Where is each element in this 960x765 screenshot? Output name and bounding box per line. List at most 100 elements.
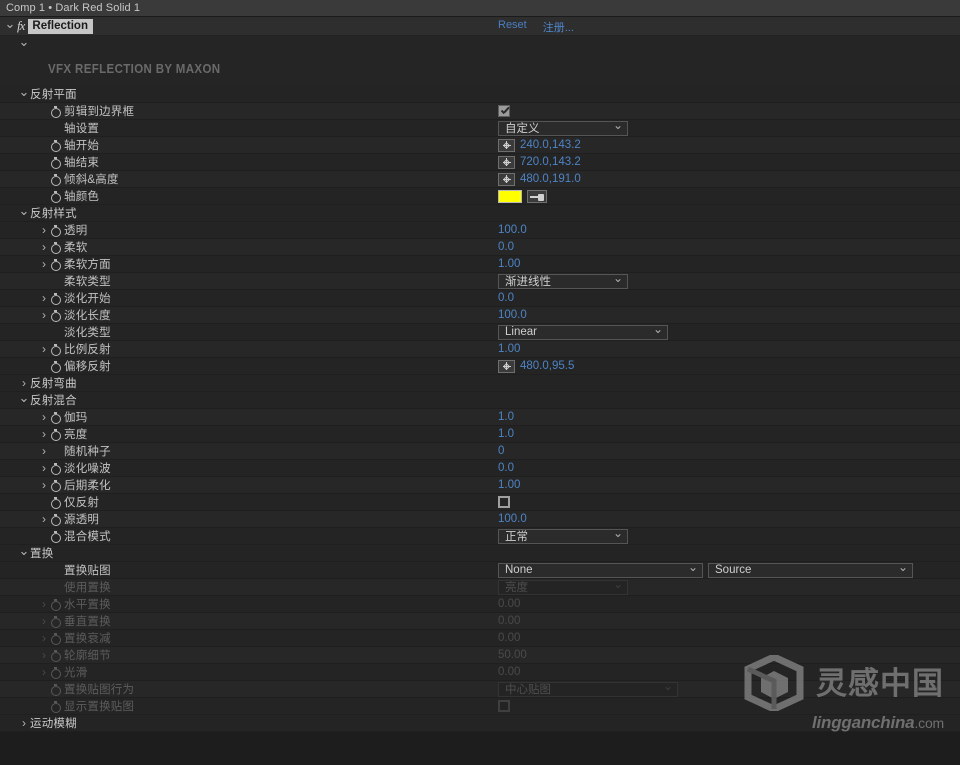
stopwatch-icon[interactable]	[50, 258, 61, 271]
section-header-5[interactable]: 运动模糊	[0, 715, 960, 732]
section-header-0[interactable]: 反射平面	[0, 86, 960, 103]
stopwatch-icon[interactable]	[50, 173, 61, 186]
param-value-number[interactable]: 0.0	[498, 292, 514, 304]
twirl-closed-icon[interactable]	[38, 615, 50, 627]
param-dropdown[interactable]: None	[498, 562, 703, 578]
point-picker-icon[interactable]	[498, 359, 515, 373]
stopwatch-icon[interactable]	[50, 598, 61, 611]
param-value-number[interactable]: 0.00	[498, 615, 520, 627]
effect-sub-twirl-row[interactable]	[0, 36, 960, 52]
effect-twirl-icon[interactable]	[4, 20, 16, 33]
param-dropdown[interactable]: 正常	[498, 528, 628, 544]
stopwatch-icon[interactable]	[50, 513, 61, 526]
stopwatch-icon[interactable]	[50, 139, 61, 152]
param-value-point[interactable]: 480.0,191.0	[520, 173, 581, 185]
stopwatch-icon[interactable]	[50, 428, 61, 441]
twirl-open-icon[interactable]	[18, 88, 30, 101]
twirl-closed-icon[interactable]	[18, 717, 30, 729]
param-value-number[interactable]: 0.00	[498, 598, 520, 610]
register-link[interactable]: 注册...	[543, 19, 574, 35]
reset-link[interactable]: Reset	[498, 19, 527, 35]
twirl-closed-icon[interactable]	[38, 598, 50, 610]
param-value-number[interactable]: 0.00	[498, 666, 520, 678]
twirl-closed-icon[interactable]	[38, 513, 50, 525]
stopwatch-icon[interactable]	[50, 411, 61, 424]
stopwatch-icon[interactable]	[50, 224, 61, 237]
twirl-closed-icon[interactable]	[38, 309, 50, 321]
stopwatch-icon[interactable]	[50, 496, 61, 509]
param-dropdown-secondary[interactable]: Source	[708, 562, 913, 578]
param-dropdown[interactable]: 自定义	[498, 120, 628, 136]
twirl-closed-icon[interactable]	[38, 343, 50, 355]
stopwatch-icon[interactable]	[50, 105, 61, 118]
param-dropdown[interactable]: Linear	[498, 324, 668, 340]
stopwatch-icon[interactable]	[50, 649, 61, 662]
param-value-number[interactable]: 0.0	[498, 241, 514, 253]
param-value-number[interactable]: 0.0	[498, 462, 514, 474]
param-value-number[interactable]: 100.0	[498, 224, 527, 236]
twirl-open-icon[interactable]	[18, 394, 30, 407]
param-value-number[interactable]: 1.0	[498, 428, 514, 440]
param-value-number[interactable]: 0.00	[498, 632, 520, 644]
param-value-number[interactable]: 0	[498, 445, 504, 457]
twirl-closed-icon[interactable]	[38, 224, 50, 236]
effect-sub-twirl-icon[interactable]	[18, 38, 30, 51]
section-header-1[interactable]: 反射样式	[0, 205, 960, 222]
param-checkbox[interactable]	[498, 105, 510, 117]
stopwatch-icon[interactable]	[50, 479, 61, 492]
stopwatch-icon[interactable]	[50, 360, 61, 373]
param-dropdown[interactable]: 渐进线性	[498, 273, 628, 289]
stopwatch-icon[interactable]	[50, 700, 61, 713]
twirl-open-icon[interactable]	[18, 207, 30, 220]
param-value-number[interactable]: 1.00	[498, 258, 520, 270]
stopwatch-icon[interactable]	[50, 632, 61, 645]
twirl-closed-icon[interactable]	[38, 258, 50, 270]
stopwatch-icon[interactable]	[50, 615, 61, 628]
twirl-closed-icon[interactable]	[38, 428, 50, 440]
section-header-4[interactable]: 置换	[0, 545, 960, 562]
twirl-closed-icon[interactable]	[38, 445, 50, 457]
stopwatch-icon[interactable]	[50, 190, 61, 203]
param-value-number[interactable]: 100.0	[498, 309, 527, 321]
param-checkbox[interactable]	[498, 496, 510, 508]
param-value-point[interactable]: 240.0,143.2	[520, 139, 581, 151]
twirl-open-icon[interactable]	[18, 547, 30, 560]
param-value-number[interactable]: 100.0	[498, 513, 527, 525]
section-header-3[interactable]: 反射混合	[0, 392, 960, 409]
stopwatch-icon[interactable]	[50, 666, 61, 679]
twirl-closed-icon[interactable]	[38, 479, 50, 491]
eyedropper-icon[interactable]	[527, 189, 547, 203]
stopwatch-icon[interactable]	[50, 683, 61, 696]
section-title: 运动模糊	[30, 718, 77, 730]
twirl-closed-icon[interactable]	[38, 241, 50, 253]
point-picker-icon[interactable]	[498, 138, 515, 152]
stopwatch-icon[interactable]	[50, 241, 61, 254]
param-value-number[interactable]: 1.00	[498, 343, 520, 355]
param-value-point[interactable]: 480.0,95.5	[520, 360, 574, 372]
twirl-closed-icon[interactable]	[38, 649, 50, 661]
stopwatch-icon[interactable]	[50, 292, 61, 305]
twirl-closed-icon[interactable]	[38, 292, 50, 304]
param-value-number[interactable]: 1.00	[498, 479, 520, 491]
twirl-closed-icon[interactable]	[38, 411, 50, 423]
stopwatch-icon[interactable]	[50, 309, 61, 322]
stopwatch-icon[interactable]	[50, 462, 61, 475]
section-header-2[interactable]: 反射弯曲	[0, 375, 960, 392]
color-swatch[interactable]	[498, 189, 522, 203]
point-picker-icon[interactable]	[498, 172, 515, 186]
twirl-closed-icon[interactable]	[38, 632, 50, 644]
param-value-number[interactable]: 1.0	[498, 411, 514, 423]
twirl-closed-icon[interactable]	[38, 666, 50, 678]
stopwatch-icon[interactable]	[50, 156, 61, 169]
effect-header-row[interactable]: fx Reflection Reset 注册...	[0, 17, 960, 36]
param-value-point[interactable]: 720.0,143.2	[520, 156, 581, 168]
fx-icon[interactable]: fx	[17, 18, 25, 34]
param-checkbox[interactable]	[498, 700, 510, 712]
twirl-closed-icon[interactable]	[18, 377, 30, 389]
point-picker-icon[interactable]	[498, 155, 515, 169]
param-value-number[interactable]: 50.00	[498, 649, 527, 661]
stopwatch-icon[interactable]	[50, 343, 61, 356]
twirl-closed-icon[interactable]	[38, 462, 50, 474]
effect-name[interactable]: Reflection	[28, 18, 93, 34]
stopwatch-icon[interactable]	[50, 530, 61, 543]
